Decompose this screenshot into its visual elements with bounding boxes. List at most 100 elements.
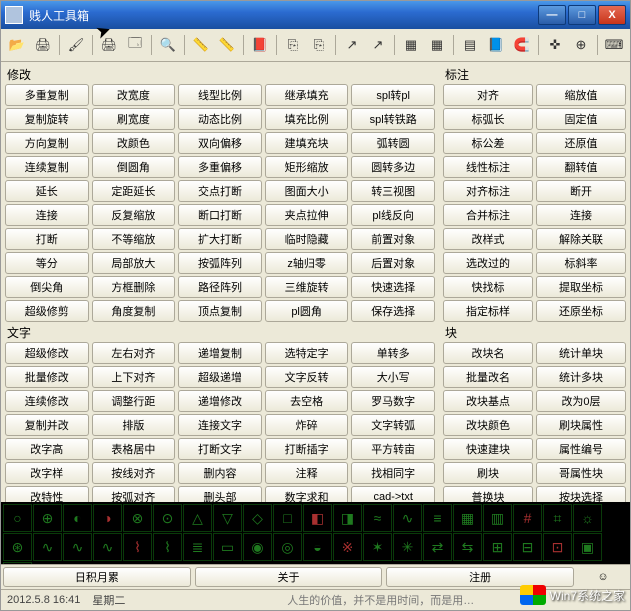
- cmd-button[interactable]: 改样式: [443, 228, 533, 250]
- toolbar-button[interactable]: ↗: [366, 33, 390, 57]
- symbol-button[interactable]: ▭: [213, 533, 242, 561]
- maximize-button[interactable]: □: [568, 5, 596, 25]
- cmd-button[interactable]: 罗马数字: [351, 390, 435, 412]
- symbol-button[interactable]: ≣: [183, 533, 212, 561]
- cmd-button[interactable]: 角度复制: [92, 300, 176, 322]
- cmd-button[interactable]: 平方转亩: [351, 438, 435, 460]
- cmd-button[interactable]: 还原坐标: [536, 300, 626, 322]
- symbol-button[interactable]: ⊞: [483, 533, 512, 561]
- close-button[interactable]: X: [598, 5, 626, 25]
- cmd-button[interactable]: 快找标: [443, 276, 533, 298]
- cmd-button[interactable]: 多重偏移: [178, 156, 262, 178]
- cmd-button[interactable]: pl线反向: [351, 204, 435, 226]
- cmd-button[interactable]: 刷块: [443, 462, 533, 484]
- cmd-button[interactable]: 选特定字: [265, 342, 349, 364]
- symbol-button[interactable]: ∿: [93, 533, 122, 561]
- cmd-button[interactable]: 找相同字: [351, 462, 435, 484]
- cmd-button[interactable]: 改宽度: [92, 84, 176, 106]
- cmd-button[interactable]: 方框删除: [92, 276, 176, 298]
- cmd-button[interactable]: 保存选择: [351, 300, 435, 322]
- cmd-button[interactable]: 递增修改: [178, 390, 262, 412]
- toolbar-button[interactable]: ↗: [340, 33, 364, 57]
- symbol-button[interactable]: ≈: [363, 504, 392, 532]
- footer-tip-button[interactable]: 日积月累: [3, 567, 191, 587]
- cmd-button[interactable]: 反复缩放: [92, 204, 176, 226]
- cmd-button[interactable]: 解除关联: [536, 228, 626, 250]
- cmd-button[interactable]: 改特性: [5, 486, 89, 502]
- cmd-button[interactable]: 左右对齐: [92, 342, 176, 364]
- cmd-button[interactable]: 删头部: [178, 486, 262, 502]
- cmd-button[interactable]: 前置对象: [351, 228, 435, 250]
- symbol-button[interactable]: ▣: [573, 533, 602, 561]
- cmd-button[interactable]: 按线对齐: [92, 462, 176, 484]
- cmd-button[interactable]: 翻转值: [536, 156, 626, 178]
- cmd-button[interactable]: 转三视图: [351, 180, 435, 202]
- cmd-button[interactable]: 超级修剪: [5, 300, 89, 322]
- cmd-button[interactable]: 定距延长: [92, 180, 176, 202]
- toolbar-button[interactable]: 🔍: [156, 33, 180, 57]
- cmd-button[interactable]: 文字反转: [265, 366, 349, 388]
- toolbar-button[interactable]: 📂: [5, 33, 29, 57]
- symbol-button[interactable]: ⇆: [453, 533, 482, 561]
- toolbar-button[interactable]: ✜: [543, 33, 567, 57]
- cmd-button[interactable]: 缩放值: [536, 84, 626, 106]
- cmd-button[interactable]: 夹点拉伸: [265, 204, 349, 226]
- cmd-button[interactable]: 文字转弧: [351, 414, 435, 436]
- toolbar-button[interactable]: ⊕: [569, 33, 593, 57]
- symbol-button[interactable]: ⌇: [153, 533, 182, 561]
- cmd-button[interactable]: z轴归零: [265, 252, 349, 274]
- cmd-button[interactable]: 三维旋转: [265, 276, 349, 298]
- symbol-button[interactable]: ⌇: [123, 533, 152, 561]
- cmd-button[interactable]: 改块颜色: [443, 414, 533, 436]
- toolbar-button[interactable]: 🖨: [31, 33, 55, 57]
- toolbar-button[interactable]: 📕: [248, 33, 272, 57]
- cmd-button[interactable]: 数字求和: [265, 486, 349, 502]
- cmd-button[interactable]: 多重复制: [5, 84, 89, 106]
- cmd-button[interactable]: 标弧长: [443, 108, 533, 130]
- symbol-button[interactable]: ∿: [33, 533, 62, 561]
- cmd-button[interactable]: 属性编号: [536, 438, 626, 460]
- cmd-button[interactable]: 填充比例: [265, 108, 349, 130]
- cmd-button[interactable]: 对齐: [443, 84, 533, 106]
- cmd-button[interactable]: 后置对象: [351, 252, 435, 274]
- toolbar-button[interactable]: 📘: [484, 33, 508, 57]
- cmd-button[interactable]: 刷宽度: [92, 108, 176, 130]
- cmd-button[interactable]: pl圆角: [265, 300, 349, 322]
- cmd-button[interactable]: 倒圆角: [92, 156, 176, 178]
- symbol-button[interactable]: ∿: [393, 504, 422, 532]
- cmd-button[interactable]: 调整行距: [92, 390, 176, 412]
- symbol-button[interactable]: ○: [3, 504, 32, 532]
- cmd-button[interactable]: 建填充块: [265, 132, 349, 154]
- cmd-button[interactable]: 线性标注: [443, 156, 533, 178]
- symbol-button[interactable]: ⊗: [123, 504, 152, 532]
- cmd-button[interactable]: 改颜色: [92, 132, 176, 154]
- cmd-button[interactable]: 顶点复制: [178, 300, 262, 322]
- cmd-button[interactable]: 连接文字: [178, 414, 262, 436]
- toolbar-button[interactable]: ▤: [458, 33, 482, 57]
- cmd-button[interactable]: 改字高: [5, 438, 89, 460]
- symbol-button[interactable]: ◉: [243, 533, 272, 561]
- cmd-button[interactable]: 选改过的: [443, 252, 533, 274]
- symbol-button[interactable]: ☼: [573, 504, 602, 532]
- cmd-button[interactable]: 批量改名: [443, 366, 533, 388]
- cmd-button[interactable]: 标斜率: [536, 252, 626, 274]
- symbol-button[interactable]: ※: [333, 533, 362, 561]
- cmd-button[interactable]: 注释: [265, 462, 349, 484]
- symbol-button[interactable]: ▦: [453, 504, 482, 532]
- symbol-button[interactable]: ⇄: [423, 533, 452, 561]
- cmd-button[interactable]: 连续复制: [5, 156, 89, 178]
- cmd-button[interactable]: 扩大打断: [178, 228, 262, 250]
- cmd-button[interactable]: 动态比例: [178, 108, 262, 130]
- cmd-button[interactable]: 打断: [5, 228, 89, 250]
- cmd-button[interactable]: 弧转圆: [351, 132, 435, 154]
- toolbar-button[interactable]: ⎘: [281, 33, 305, 57]
- cmd-button[interactable]: 断开: [536, 180, 626, 202]
- cmd-button[interactable]: 按块选择: [536, 486, 626, 502]
- cmd-button[interactable]: 批量修改: [5, 366, 89, 388]
- cmd-button[interactable]: 连接: [5, 204, 89, 226]
- symbol-button[interactable]: △: [183, 504, 212, 532]
- symbol-button[interactable]: ◎: [273, 533, 302, 561]
- toolbar-button[interactable]: 📏: [189, 33, 213, 57]
- symbol-button[interactable]: ◧: [303, 504, 332, 532]
- cmd-button[interactable]: 还原值: [536, 132, 626, 154]
